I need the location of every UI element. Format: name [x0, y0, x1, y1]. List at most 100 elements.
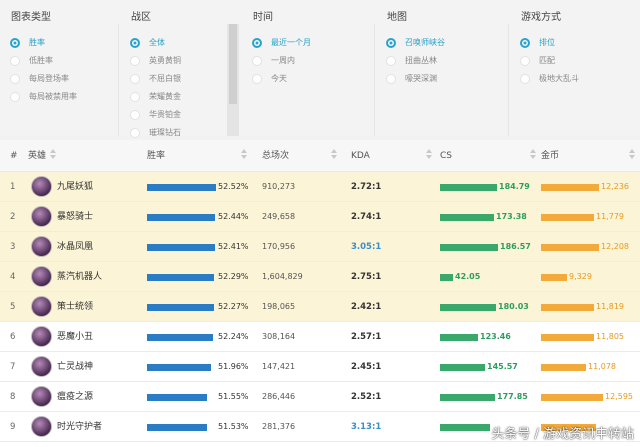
table-row[interactable]: 1 九尾妖狐 52.52% 910,273 2.72:1 184.79 12,236 — [0, 172, 640, 202]
header-games[interactable]: 总场次 — [262, 140, 338, 172]
hero-avatar[interactable] — [31, 296, 52, 317]
header-kda[interactable]: KDA — [351, 140, 432, 172]
gold-value: 12,236 — [601, 182, 629, 191]
option-aram[interactable]: 极地大乱斗 — [520, 70, 579, 88]
header-cs[interactable]: CS — [440, 140, 536, 172]
games-value: 281,376 — [262, 422, 296, 431]
filter-game-mode: 游戏方式 排位 匹配 极地大乱斗 — [510, 0, 640, 136]
table-row[interactable]: 2 暴怒骑士 52.44% 249,658 2.74:1 173.38 11,779 — [0, 202, 640, 232]
kda-value: 2.72:1 — [351, 182, 382, 192]
table-row[interactable]: 6 恶魔小丑 52.24% 308,164 2.57:1 123.46 11,805 — [0, 322, 640, 352]
cs-bar — [440, 244, 498, 251]
hero-name[interactable]: 策士统领 — [57, 292, 93, 322]
radio-icon — [130, 74, 140, 84]
option-ranked[interactable]: 排位 — [520, 34, 579, 52]
option-platinum[interactable]: 华贵铂金 — [130, 106, 181, 124]
filter-chart-type: 图表类型 胜率 低胜率 每局登场率 每局被禁用率 — [0, 0, 120, 136]
option-week[interactable]: 一周内 — [252, 52, 311, 70]
table-row[interactable]: 4 蒸汽机器人 52.29% 1,604,829 2.75:1 42.05 9,329 — [0, 262, 640, 292]
games-value: 910,273 — [262, 182, 296, 191]
option-today[interactable]: 今天 — [252, 70, 311, 88]
filter-title: 时间 — [253, 12, 273, 23]
scrollbar-thumb[interactable] — [229, 24, 237, 104]
rank: 6 — [10, 332, 16, 342]
hero-name[interactable]: 亡灵战神 — [57, 352, 93, 382]
hero-name[interactable]: 时光守护者 — [57, 412, 102, 442]
sort-icon — [241, 149, 248, 159]
option-low-winrate[interactable]: 低胜率 — [10, 52, 77, 70]
radio-icon — [520, 38, 530, 48]
winrate-value: 51.53% — [218, 422, 249, 431]
table-row[interactable]: 3 冰晶凤凰 52.41% 170,956 3.05:1 186.57 12,208 — [0, 232, 640, 262]
hero-name[interactable]: 冰晶凤凰 — [57, 232, 93, 262]
radio-icon — [520, 74, 530, 84]
header-gold[interactable]: 金币 — [541, 140, 636, 172]
radio-icon — [10, 38, 20, 48]
hero-avatar[interactable] — [31, 386, 52, 407]
option-bronze[interactable]: 英勇黄铜 — [130, 52, 181, 70]
winrate-value: 51.55% — [218, 392, 249, 401]
hero-avatar[interactable] — [31, 356, 52, 377]
hero-name[interactable]: 恶魔小丑 — [57, 322, 93, 352]
radio-icon — [386, 38, 396, 48]
cs-bar — [440, 274, 453, 281]
hero-name[interactable]: 瘟疫之源 — [57, 382, 93, 412]
kda-value: 2.42:1 — [351, 302, 382, 312]
rank: 4 — [10, 272, 16, 282]
hero-avatar[interactable] — [31, 176, 52, 197]
option-ban-rate[interactable]: 每局被禁用率 — [10, 88, 77, 106]
gold-value: 11,819 — [596, 302, 624, 311]
option-twisted-treeline[interactable]: 扭曲丛林 — [386, 52, 445, 70]
header-rank: # — [10, 151, 18, 161]
table-row[interactable]: 8 瘟疫之源 51.55% 286,446 2.52:1 177.85 12,595 — [0, 382, 640, 412]
sort-icon — [530, 149, 536, 159]
gold-bar — [541, 274, 567, 281]
radio-icon — [130, 92, 140, 102]
hero-avatar[interactable] — [31, 266, 52, 287]
filter-panel: 图表类型 胜率 低胜率 每局登场率 每局被禁用率 战区 全体 英勇黄铜 不屈白银… — [0, 0, 640, 138]
divider — [508, 24, 509, 136]
gold-bar — [541, 184, 599, 191]
hero-name[interactable]: 九尾妖狐 — [57, 172, 93, 202]
option-gold[interactable]: 荣耀黄金 — [130, 88, 181, 106]
hero-name[interactable]: 蒸汽机器人 — [57, 262, 102, 292]
hero-avatar[interactable] — [31, 236, 52, 257]
gold-value: 11,805 — [596, 332, 624, 341]
games-value: 198,065 — [262, 302, 296, 311]
winrate-bar — [147, 244, 215, 251]
option-last-month[interactable]: 最近一个月 — [252, 34, 311, 52]
table-row[interactable]: 5 策士统领 52.27% 198,065 2.42:1 180.03 11,819 — [0, 292, 640, 322]
cs-bar — [440, 214, 494, 221]
gold-value: 9,329 — [569, 272, 592, 281]
sort-icon — [629, 149, 636, 159]
games-value: 308,164 — [262, 332, 296, 341]
option-pick-rate[interactable]: 每局登场率 — [10, 70, 77, 88]
sort-icon — [425, 149, 432, 159]
radio-icon — [520, 56, 530, 66]
header-hero[interactable]: 英雄 — [28, 140, 57, 172]
header-winrate[interactable]: 胜率 — [147, 140, 248, 172]
option-all[interactable]: 全体 — [130, 34, 181, 52]
hero-avatar[interactable] — [31, 326, 52, 347]
gold-value: 11,078 — [588, 362, 616, 371]
winrate-value: 52.52% — [218, 182, 249, 191]
hero-stats-table: # 英雄 胜率 总场次 KDA CS 金币 1 九尾妖狐 52.52% 910,273… — [0, 140, 640, 447]
radio-icon — [252, 74, 262, 84]
games-value: 147,421 — [262, 362, 296, 371]
option-winrate[interactable]: 胜率 — [10, 34, 77, 52]
region-scrollbar[interactable] — [227, 24, 239, 136]
filter-title: 地图 — [387, 12, 407, 23]
table-header: # 英雄 胜率 总场次 KDA CS 金币 — [0, 140, 640, 172]
option-silver[interactable]: 不屈白银 — [130, 70, 181, 88]
hero-avatar[interactable] — [31, 206, 52, 227]
hero-name[interactable]: 暴怒骑士 — [57, 202, 93, 232]
cs-value: 184.79 — [499, 182, 530, 191]
radio-icon — [130, 128, 140, 138]
option-normal[interactable]: 匹配 — [520, 52, 579, 70]
table-row[interactable]: 7 亡灵战神 51.96% 147,421 2.45:1 145.57 11,078 — [0, 352, 640, 382]
radio-icon — [10, 92, 20, 102]
option-summoners-rift[interactable]: 召唤师峡谷 — [386, 34, 445, 52]
option-howling-abyss[interactable]: 嚎哭深渊 — [386, 70, 445, 88]
winrate-bar — [147, 424, 207, 431]
hero-avatar[interactable] — [31, 416, 52, 437]
